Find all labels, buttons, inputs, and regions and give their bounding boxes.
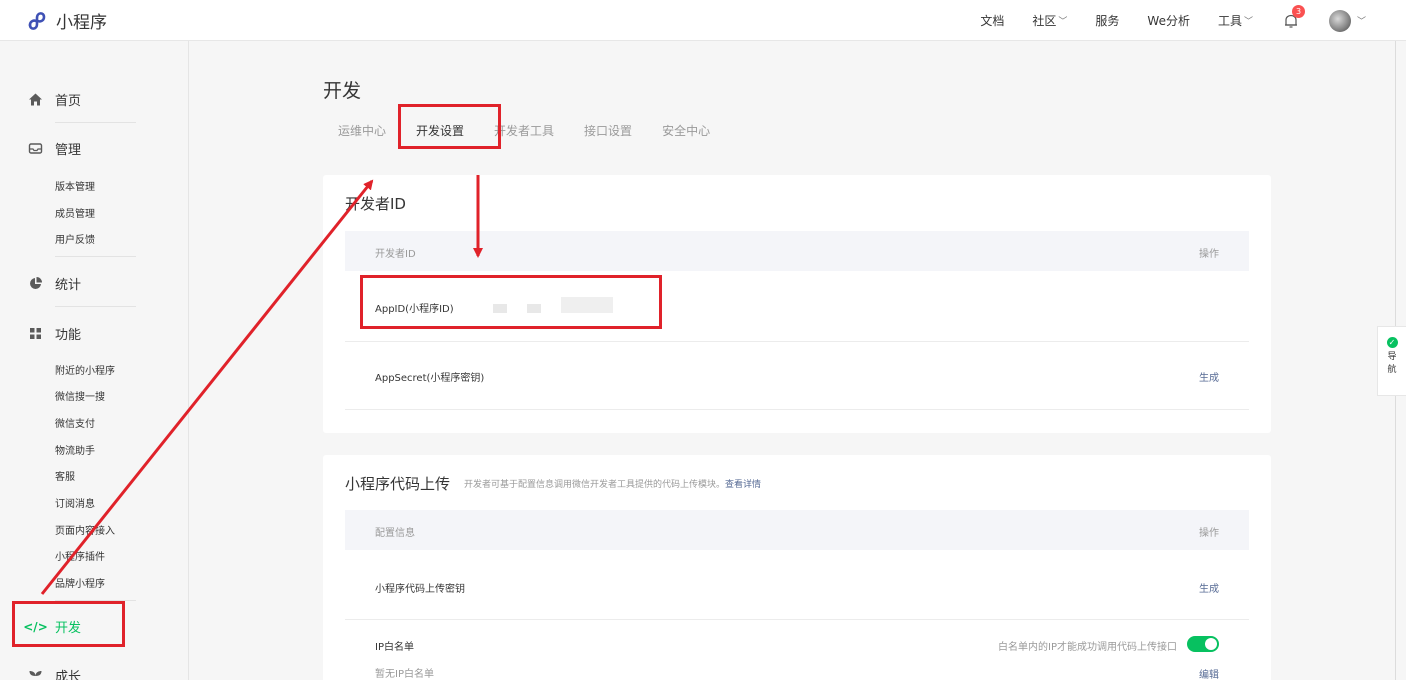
top-nav: 文档 社区 ﹀ 服务 We分析 工具 ﹀ 3 ﹀ <box>952 0 1366 41</box>
pie-chart-icon <box>28 276 43 291</box>
generate-upload-key-button[interactable]: 生成 <box>1199 580 1219 595</box>
view-details-link[interactable]: 查看详情 <box>725 480 761 490</box>
code-upload-card: 小程序代码上传 开发者可基于配置信息调用微信开发者工具提供的代码上传模块。查看详… <box>323 455 1271 680</box>
sprout-icon <box>28 668 43 680</box>
chevron-down-icon[interactable]: ﹀ <box>1357 14 1366 27</box>
sidebar: 首页 管理 版本管理 成员管理 用户反馈 统计 功能 附近的小程序 微信搜一搜 … <box>0 41 189 680</box>
sidebar-item-stats[interactable]: 统计 <box>28 274 81 293</box>
annotation-box-develop <box>12 601 125 647</box>
nav-docs-label: 文档 <box>980 14 1005 28</box>
card-title-row: 小程序代码上传 开发者可基于配置信息调用微信开发者工具提供的代码上传模块。查看详… <box>345 473 761 494</box>
ip-switch-label: 白名单内的IP才能成功调用代码上传接口 <box>998 642 1177 653</box>
nav-community-label: 社区 <box>1032 14 1057 28</box>
sidebar-sub-version[interactable]: 版本管理 <box>55 178 95 193</box>
card-title: 开发者ID <box>345 195 406 213</box>
app-name: 小程序 <box>56 13 107 33</box>
check-icon: ✓ <box>1386 337 1398 348</box>
sidebar-sub-subscribe[interactable]: 订阅消息 <box>55 495 95 510</box>
nav-docs[interactable]: 文档 <box>980 12 1004 29</box>
sidebar-item-manage[interactable]: 管理 <box>28 139 81 158</box>
sidebar-sub-feedback[interactable]: 用户反馈 <box>55 231 95 246</box>
sidebar-item-label: 管理 <box>55 143 82 158</box>
page-title: 开发 <box>323 80 362 102</box>
sidebar-sub-search[interactable]: 微信搜一搜 <box>55 388 105 403</box>
grid-icon <box>28 326 43 341</box>
tab-ops-center[interactable]: 运维中心 <box>338 122 386 149</box>
sidebar-item-label: 成长 <box>55 670 82 680</box>
sidebar-sub-nearby[interactable]: 附近的小程序 <box>55 362 115 377</box>
upload-key-label: 小程序代码上传密钥 <box>375 584 465 595</box>
edit-ip-whitelist-button[interactable]: 编辑 <box>1199 666 1219 680</box>
nav-community[interactable]: 社区 ﹀ <box>1032 12 1067 29</box>
table-row: AppSecret(小程序密钥) 生成 <box>345 342 1249 410</box>
sidebar-item-label: 首页 <box>55 94 82 109</box>
top-bar: 小程序 文档 社区 ﹀ 服务 We分析 工具 ﹀ 3 ﹀ <box>0 0 1406 41</box>
table-header: 开发者ID 操作 <box>345 231 1249 271</box>
column-header: 配置信息 <box>375 528 415 539</box>
card-title: 小程序代码上传 <box>345 475 451 493</box>
sidebar-item-label: 功能 <box>55 328 82 343</box>
annotation-box-appid <box>360 275 662 329</box>
tab-security-center[interactable]: 安全中心 <box>662 122 710 149</box>
sidebar-sub-brand[interactable]: 品牌小程序 <box>55 575 105 590</box>
miniprogram-logo-icon <box>28 11 46 30</box>
ip-whitelist-toggle[interactable] <box>1187 636 1219 652</box>
tab-dev-tools[interactable]: 开发者工具 <box>494 122 554 149</box>
notification-button[interactable]: 3 <box>1283 4 1305 29</box>
table-row: IP白名单 暂无IP白名单 白名单内的IP才能成功调用代码上传接口 编辑 <box>345 620 1249 680</box>
divider <box>55 122 136 123</box>
nav-services-label: 服务 <box>1095 14 1120 28</box>
tab-api-settings[interactable]: 接口设置 <box>584 122 632 149</box>
column-header: 开发者ID <box>375 249 416 260</box>
sidebar-sub-plugin[interactable]: 小程序插件 <box>55 548 105 563</box>
sidebar-item-home[interactable]: 首页 <box>28 90 81 109</box>
nav-we-analytics-label: We分析 <box>1147 14 1190 28</box>
sidebar-item-features[interactable]: 功能 <box>28 324 81 343</box>
sidebar-item-label: 统计 <box>55 278 82 293</box>
divider <box>55 306 136 307</box>
home-icon <box>28 92 43 107</box>
nav-we-analytics[interactable]: We分析 <box>1147 12 1190 29</box>
avatar[interactable] <box>1328 9 1351 32</box>
generate-secret-button[interactable]: 生成 <box>1199 369 1219 384</box>
sidebar-sub-content[interactable]: 页面内容接入 <box>55 522 115 537</box>
sidebar-sub-members[interactable]: 成员管理 <box>55 205 95 220</box>
card-description-text: 开发者可基于配置信息调用微信开发者工具提供的代码上传模块。 <box>464 480 726 490</box>
sidebar-sub-logistics[interactable]: 物流助手 <box>55 442 95 457</box>
sidebar-item-growth[interactable]: 成长 <box>28 666 81 680</box>
logo[interactable]: 小程序 <box>26 8 107 33</box>
nav-tools-label: 工具 <box>1217 14 1242 28</box>
floating-nav-button[interactable]: ✓ 导航 <box>1377 326 1406 396</box>
notification-badge: 3 <box>1291 4 1305 18</box>
appsecret-label: AppSecret(小程序密钥) <box>375 373 485 384</box>
table-header: 配置信息 操作 <box>345 510 1249 550</box>
column-header: 操作 <box>1199 249 1219 260</box>
ip-whitelist-empty-text: 暂无IP白名单 <box>375 669 434 680</box>
sidebar-sub-pay[interactable]: 微信支付 <box>55 415 95 430</box>
inbox-icon <box>28 141 43 156</box>
column-header: 操作 <box>1199 528 1219 539</box>
chevron-down-icon: ﹀ <box>1058 17 1068 27</box>
card-description: 开发者可基于配置信息调用微信开发者工具提供的代码上传模块。查看详情 <box>464 477 761 490</box>
chevron-down-icon: ﹀ <box>1243 17 1253 27</box>
divider <box>55 256 136 257</box>
annotation-box-tab <box>398 104 501 149</box>
ip-whitelist-label: IP白名单 <box>375 642 414 653</box>
nav-services[interactable]: 服务 <box>1095 12 1119 29</box>
nav-tools[interactable]: 工具 ﹀ <box>1218 12 1253 29</box>
sidebar-sub-service[interactable]: 客服 <box>55 468 75 483</box>
floating-nav-label: 导航 <box>1387 352 1397 375</box>
table-row: 小程序代码上传密钥 生成 <box>345 550 1249 620</box>
